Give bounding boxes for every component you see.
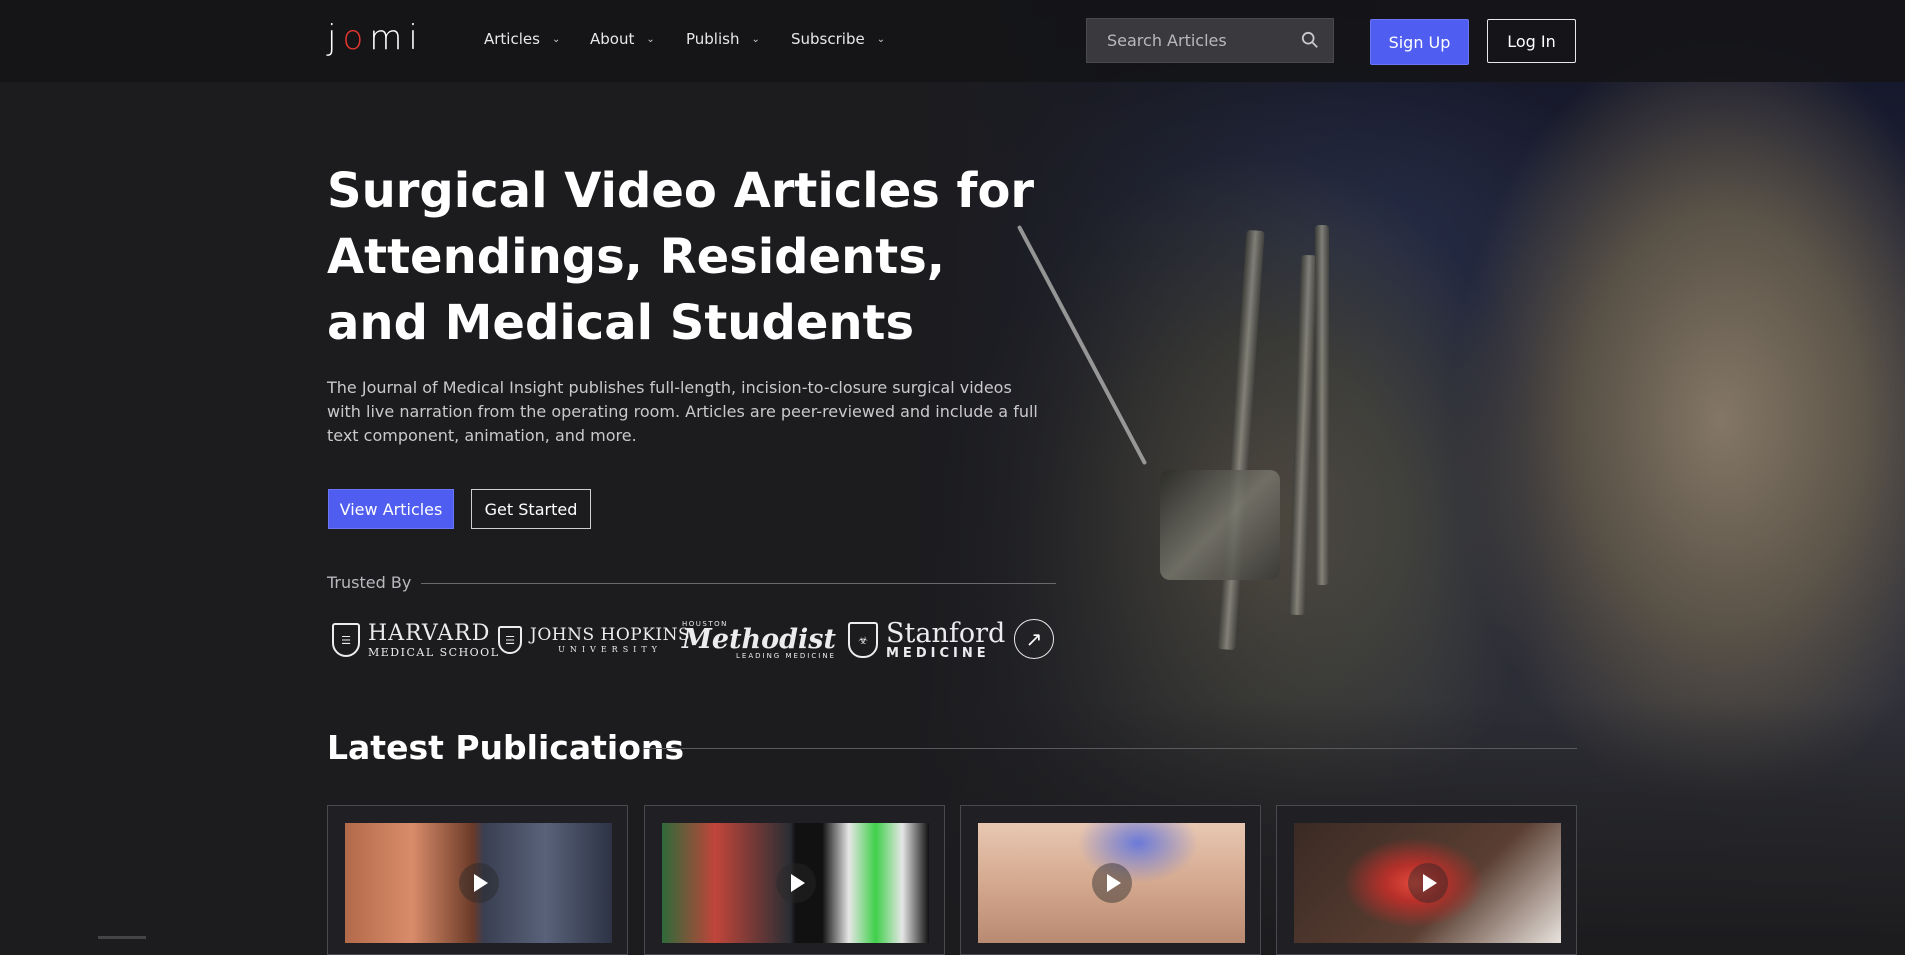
chevron-down-icon: ⌄ (876, 33, 886, 45)
view-articles-button[interactable]: View Articles (328, 489, 454, 529)
harvard-name: HARVARD (368, 620, 491, 646)
johns-hopkins-logo: ☰ JOHNS HOPKINS UNIVERSITY (498, 616, 690, 664)
get-started-button[interactable]: Get Started (471, 489, 591, 529)
play-icon[interactable] (1091, 863, 1132, 903)
publication-card[interactable] (327, 805, 628, 955)
publication-card[interactable] (960, 805, 1261, 955)
hopkins-shield-icon: ☰ (498, 626, 522, 654)
nav-about[interactable]: About ⌄ (590, 30, 655, 48)
trusted-more-button[interactable]: ↗ (1014, 619, 1054, 659)
stanford-sub: MEDICINE (886, 646, 990, 661)
hero-instrument (1160, 470, 1280, 580)
search-icon[interactable] (1301, 31, 1319, 49)
jomi-logo[interactable]: jomi (327, 18, 424, 58)
arrow-up-right-icon: ↗ (1025, 627, 1043, 651)
hopkins-name: JOHNS HOPKINS (530, 624, 691, 645)
play-icon[interactable] (458, 863, 499, 903)
publication-thumbnail (345, 823, 612, 943)
hero-instrument (1315, 225, 1329, 585)
hopkins-sub: UNIVERSITY (558, 644, 662, 654)
methodist-name: Methodist (682, 623, 836, 655)
nav-articles[interactable]: Articles ⌄ (484, 30, 560, 48)
chevron-down-icon: ⌄ (551, 33, 561, 45)
publication-thumbnail (662, 823, 929, 943)
publication-thumbnail (978, 823, 1245, 943)
search-input[interactable] (1105, 30, 1299, 51)
nav-articles-label: Articles (484, 30, 540, 48)
top-navbar (0, 0, 1905, 82)
trusted-by-label: Trusted By (327, 573, 412, 592)
play-icon[interactable] (775, 863, 816, 903)
stanford-shield-icon: ☣ (848, 622, 878, 658)
hero-description: The Journal of Medical Insight publishes… (327, 378, 1038, 445)
stanford-name: Stanford (886, 618, 1006, 649)
search-box (1086, 18, 1334, 63)
nav-subscribe[interactable]: Subscribe ⌄ (791, 30, 885, 48)
log-in-button[interactable]: Log In (1487, 19, 1576, 63)
publication-card[interactable] (1276, 805, 1577, 955)
harvard-logo: ☰ HARVARD MEDICAL SCHOOL (332, 616, 500, 664)
chevron-down-icon: ⌄ (646, 33, 655, 45)
latest-publications-title: Latest Publications (327, 728, 685, 767)
nav-subscribe-label: Subscribe (791, 30, 865, 48)
stanford-logo: ☣ Stanford MEDICINE (848, 616, 1005, 664)
hero-bottom-fade (0, 700, 1905, 940)
publication-thumbnail (1294, 823, 1561, 943)
harvard-sub: MEDICAL SCHOOL (368, 645, 500, 659)
latest-publications-divider (643, 748, 1577, 749)
methodist-logo: HOUSTON Methodist LEADING MEDICINE (682, 616, 836, 664)
publication-card[interactable] (644, 805, 945, 955)
nav-about-label: About (590, 30, 635, 48)
trusted-by-divider (421, 583, 1056, 584)
chevron-down-icon: ⌄ (751, 33, 760, 45)
page-title: Surgical Video Articles for Attendings, … (327, 163, 1035, 351)
sign-up-button[interactable]: Sign Up (1370, 19, 1469, 65)
nav-publish[interactable]: Publish ⌄ (686, 30, 760, 48)
harvard-shield-icon: ☰ (332, 623, 360, 657)
play-icon[interactable] (1407, 863, 1448, 903)
nav-publish-label: Publish (686, 30, 740, 48)
